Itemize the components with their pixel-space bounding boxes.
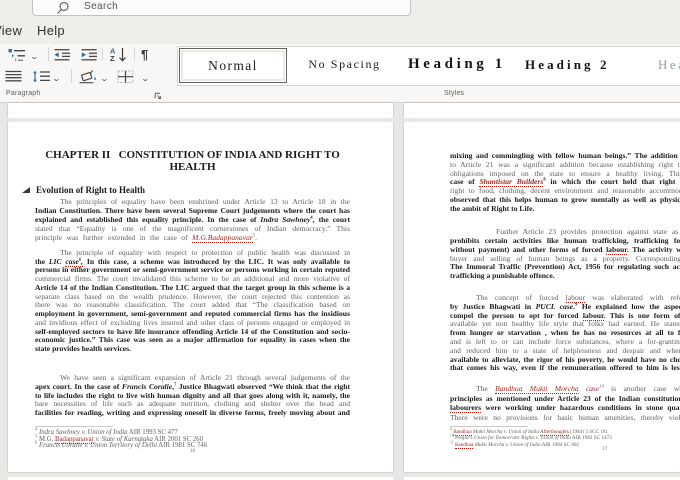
svg-text:Z: Z xyxy=(110,54,115,63)
